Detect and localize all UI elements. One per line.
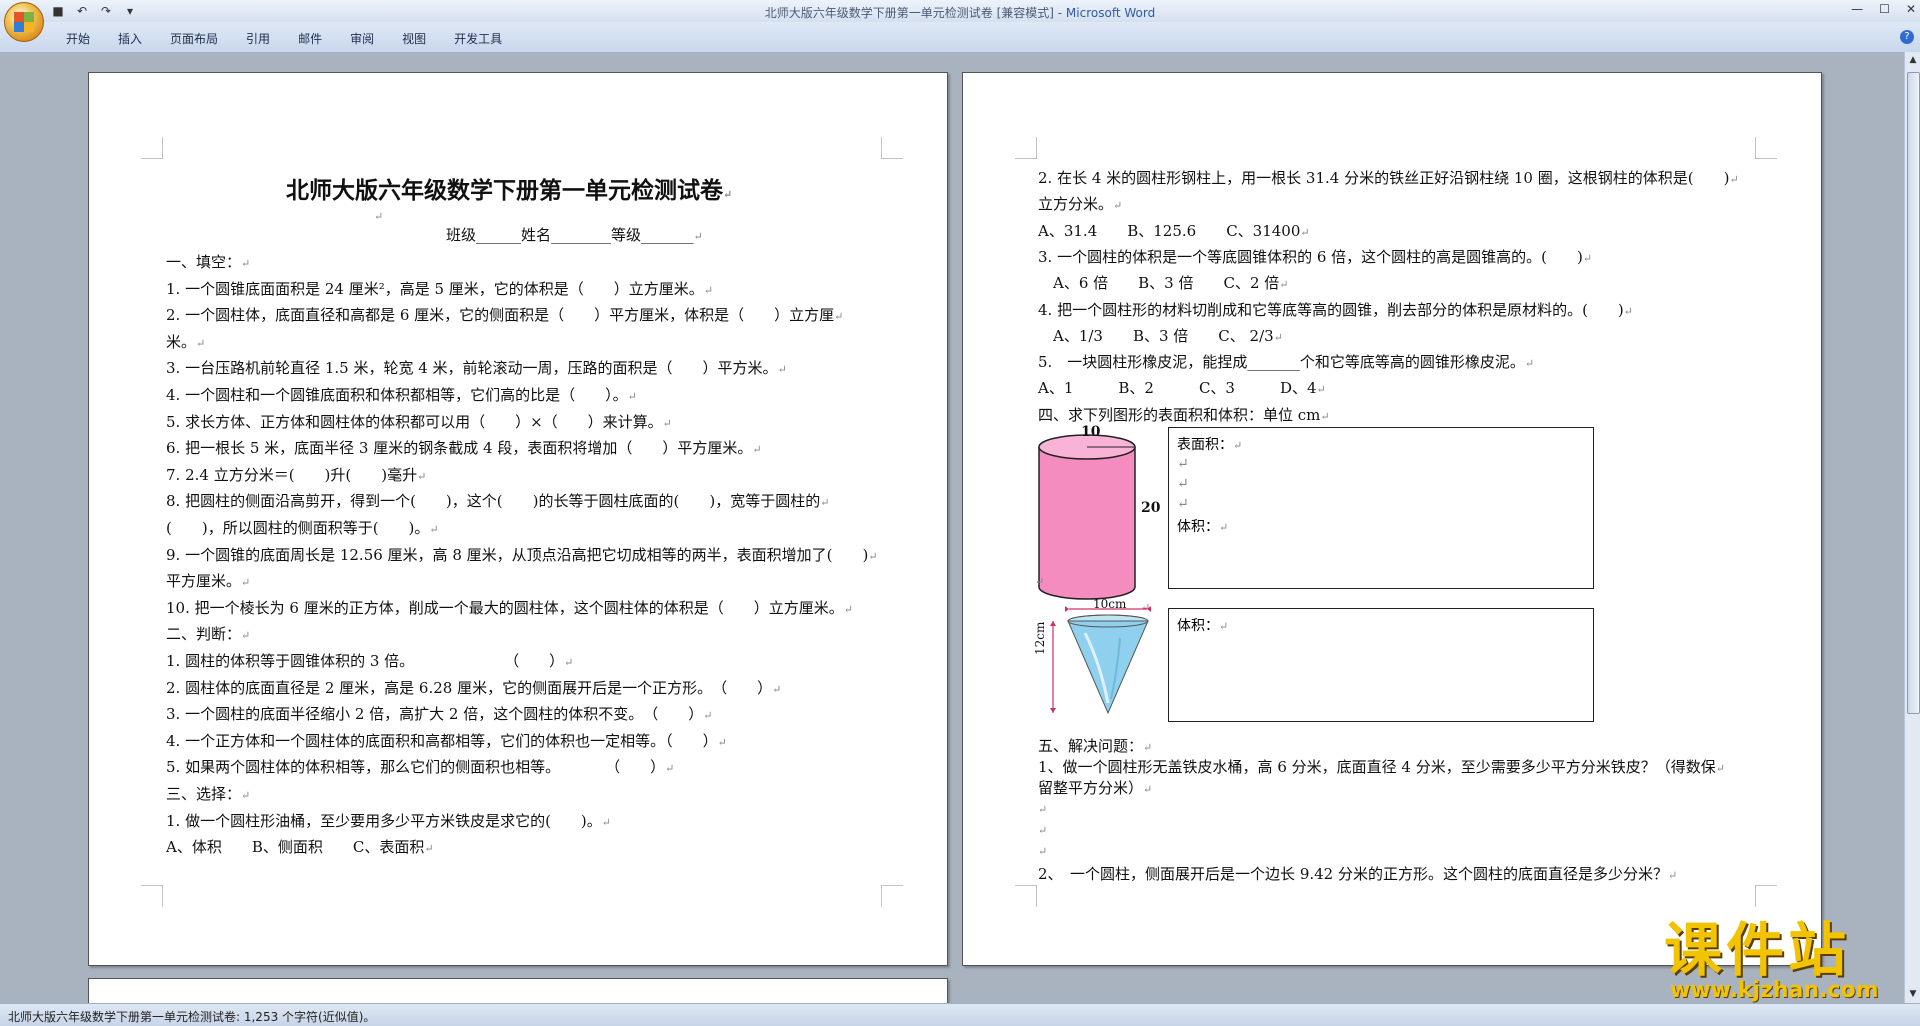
paragraph-line[interactable]: 立方分米。↵ — [1038, 195, 1122, 215]
paragraph-line[interactable]: 5. 一块圆柱形橡皮泥，能捏成_______个和它等底等高的圆锥形橡皮泥。↵ — [1038, 353, 1534, 373]
crop-mark-icon — [1755, 885, 1777, 907]
paragraph-line[interactable]: ( )，所以圆柱的侧面积等于( )。↵ — [166, 519, 439, 539]
crop-mark-icon — [1015, 137, 1037, 159]
scroll-up-icon[interactable]: ▲ — [1907, 54, 1919, 66]
watermark-logo: 课件站 www.kjzhan.com — [1664, 916, 1879, 1003]
volume-label: 体积：↵ — [1177, 519, 1229, 535]
cone-figure — [1050, 606, 1151, 715]
paragraph-line[interactable]: 米。↵ — [166, 333, 205, 353]
paragraph-line[interactable]: 五、解决问题：↵ — [1038, 737, 1152, 757]
student-info-line[interactable]: 班级______姓名________等级_______↵ — [446, 226, 703, 246]
scrollbar-thumb[interactable] — [1907, 72, 1920, 714]
paragraph-line[interactable]: 2、 一个圆柱，侧面展开后是一个边长 9.42 分米的正方形。这个圆柱的底面直径… — [1038, 865, 1677, 885]
empty-paragraph[interactable]: ↵ — [1035, 571, 1044, 591]
empty-paragraph[interactable]: ↵ — [1038, 820, 1047, 840]
paragraph-line[interactable]: 7. 2.4 立方分米＝( )升( )毫升↵ — [166, 466, 426, 486]
ribbon-tab[interactable]: 开始 — [52, 30, 104, 47]
document-page-1: 北师大版六年级数学下册第一单元检测试卷↵ ↵ 班级______姓名_______… — [88, 72, 948, 966]
title-bar: ■ ↶ ↷ ▾ 北师大版六年级数学下册第一单元检测试卷 [兼容模式] - Mic… — [0, 0, 1920, 22]
ribbon-tab[interactable]: 视图 — [388, 30, 440, 47]
paragraph-line[interactable]: 10. 把一个棱长为 6 厘米的正方体，削成一个最大的圆柱体，这个圆柱体的体积是… — [166, 599, 853, 619]
cone-height-label: 12cm — [1033, 621, 1047, 655]
paragraph-line[interactable]: 留整平方分米）↵ — [1038, 779, 1152, 799]
paragraph-line[interactable]: A、31.4 B、125.6 C、31400↵ — [1038, 222, 1310, 242]
document-page-2: 2. 在长 4 米的圆柱形钢柱上，用一根长 31.4 分米的铁丝正好沿钢柱绕 1… — [962, 72, 1822, 966]
paragraph-line[interactable]: 5. 如果两个圆柱体的体积相等，那么它们的侧面积也相等。 （ ）↵ — [166, 758, 674, 778]
paragraph-line[interactable]: A、1 B、2 C、3 D、4↵ — [1038, 379, 1326, 399]
paragraph-line[interactable]: A、1/3 B、3 倍 C、 2/3↵ — [1038, 327, 1283, 347]
empty-paragraph: ↵ — [1177, 476, 1189, 492]
crop-mark-icon — [141, 885, 163, 907]
paragraph-line[interactable]: 3. 一个圆柱的体积是一个等底圆锥体积的 6 倍，这个圆柱的高是圆锥高的。( )… — [1038, 248, 1592, 268]
paragraph-line[interactable]: 4. 一个正方体和一个圆柱体的底面积和高都相等，它们的体积也一定相等。（ ）↵ — [166, 732, 727, 752]
vertical-scrollbar[interactable]: ▲ ▼ — [1904, 52, 1920, 1003]
paragraph-line[interactable]: 1、做一个圆柱形无盖铁皮水桶，高 6 分米，底面直径 4 分米，至少需要多少平方… — [1038, 758, 1725, 778]
paragraph-line[interactable]: 4. 一个圆柱和一个圆锥底面积和体积都相等，它们高的比是（ ）。↵ — [166, 386, 637, 406]
empty-paragraph: ↵ — [1177, 496, 1189, 512]
paragraph-line[interactable]: 5. 求长方体、正方体和圆柱体的体积都可以用（ ）×（ ）来计算。↵ — [166, 413, 672, 433]
page-title[interactable]: 北师大版六年级数学下册第一单元检测试卷↵ — [286, 171, 732, 205]
ribbon-tab[interactable]: 邮件 — [284, 30, 336, 47]
paragraph-line[interactable]: 一、填空：↵ — [166, 253, 250, 273]
paragraph-line[interactable]: 1. 一个圆锥底面面积是 24 厘米²，高是 5 厘米，它的体积是（ ）立方厘米… — [166, 280, 713, 300]
paragraph-line[interactable]: 9. 一个圆锥的底面周长是 12.56 厘米，高 8 厘米，从顶点沿高把它切成相… — [166, 546, 878, 566]
help-icon[interactable]: ? — [1900, 30, 1914, 44]
answer-box-cone[interactable]: 体积：↵ — [1168, 608, 1594, 722]
close-icon[interactable]: ✕ — [1906, 2, 1916, 16]
ribbon-tabs: 开始 插入 页面布局 引用 邮件 审阅 视图 开发工具 — [52, 30, 516, 47]
crop-mark-icon — [881, 137, 903, 159]
paragraph-line[interactable]: 2. 一个圆柱体，底面直径和高都是 6 厘米，它的侧面积是（ ）平方厘米，体积是… — [166, 306, 843, 326]
paragraph-line[interactable]: 二、判断：↵ — [166, 625, 250, 645]
ribbon: 开始 插入 页面布局 引用 邮件 审阅 视图 开发工具 ? — [0, 22, 1920, 53]
paragraph-line[interactable]: 三、选择：↵ — [166, 785, 250, 805]
office-button[interactable] — [4, 2, 44, 42]
status-text[interactable]: 北师大版六年级数学下册第一单元检测试卷: 1,253 个字符(近似值)。 — [8, 1008, 375, 1025]
cylinder-diameter-label: 10 — [1081, 424, 1101, 440]
ribbon-tab[interactable]: 审阅 — [336, 30, 388, 47]
crop-mark-icon — [1015, 885, 1037, 907]
empty-paragraph[interactable]: ↵ — [1038, 799, 1047, 819]
surface-area-label: 表面积：↵ — [1177, 437, 1243, 453]
volume-label: 体积：↵ — [1177, 618, 1229, 634]
cylinder-height-label: 20 — [1141, 500, 1161, 516]
answer-box-cylinder[interactable]: 表面积：↵ ↵ ↵ ↵ 体积：↵ — [1168, 427, 1594, 589]
paragraph-line[interactable]: 4. 把一个圆柱形的材料切削成和它等底等高的圆锥，削去部分的体积是原材料的。( … — [1038, 301, 1633, 321]
empty-paragraph[interactable]: ↵ — [1038, 841, 1047, 861]
paragraph-line[interactable]: 8. 把圆柱的侧面沿高剪开，得到一个( )，这个( )的长等于圆柱底面的( )，… — [166, 492, 829, 512]
paragraph-line[interactable]: 3. 一个圆柱的底面半径缩小 2 倍，高扩大 2 倍，这个圆柱的体积不变。 （ … — [166, 705, 712, 725]
empty-paragraph: ↵ — [1177, 456, 1189, 472]
window-title: 北师大版六年级数学下册第一单元检测试卷 [兼容模式] - Microsoft W… — [0, 4, 1920, 21]
document-title: 北师大版六年级数学下册第一单元检测试卷 [兼容模式] - — [764, 6, 1066, 20]
paragraph-line[interactable]: 平方厘米。↵ — [166, 572, 250, 592]
paragraph-line[interactable]: 1. 圆柱的体积等于圆锥体积的 3 倍。 （ ）↵ — [166, 652, 573, 672]
status-bar: 北师大版六年级数学下册第一单元检测试卷: 1,253 个字符(近似值)。 — [0, 1003, 1920, 1026]
app-name: Microsoft Word — [1065, 6, 1156, 20]
office-logo-icon — [14, 12, 34, 32]
minimize-icon[interactable]: — — [1851, 2, 1863, 16]
crop-mark-icon — [881, 885, 903, 907]
empty-paragraph[interactable]: ↵ — [374, 206, 383, 226]
maximize-icon[interactable]: ☐ — [1879, 2, 1890, 16]
paragraph-line[interactable]: 1. 做一个圆柱形油桶，至少要用多少平方米铁皮是求它的( )。↵ — [166, 812, 611, 832]
cone-diameter-label: 10cm — [1093, 597, 1127, 611]
ribbon-tab[interactable]: 引用 — [232, 30, 284, 47]
ribbon-tab[interactable]: 开发工具 — [440, 30, 516, 47]
crop-mark-icon — [141, 137, 163, 159]
paragraph-line[interactable]: 6. 把一根长 5 米，底面半径 3 厘米的钢条截成 4 段，表面积将增加（ ）… — [166, 439, 762, 459]
paragraph-line[interactable]: A、6 倍 B、3 倍 C、2 倍↵ — [1038, 274, 1289, 294]
ribbon-tab[interactable]: 插入 — [104, 30, 156, 47]
crop-mark-icon — [1755, 137, 1777, 159]
window-controls: — ☐ ✕ — [1851, 2, 1916, 16]
paragraph-line[interactable]: 3. 一台压路机前轮直径 1.5 米，轮宽 4 米，前轮滚动一周，压路的面积是（… — [166, 359, 787, 379]
scroll-down-icon[interactable]: ▼ — [1907, 988, 1919, 1000]
paragraph-line[interactable]: 2. 圆柱体的底面直径是 2 厘米，高是 6.28 厘米，它的侧面展开后是一个正… — [166, 679, 781, 699]
ribbon-tab[interactable]: 页面布局 — [156, 30, 232, 47]
paragraph-line[interactable]: A、体积 B、侧面积 C、表面积↵ — [166, 838, 434, 858]
paragraph-line[interactable]: 2. 在长 4 米的圆柱形钢柱上，用一根长 31.4 分米的铁丝正好沿钢柱绕 1… — [1038, 169, 1739, 189]
